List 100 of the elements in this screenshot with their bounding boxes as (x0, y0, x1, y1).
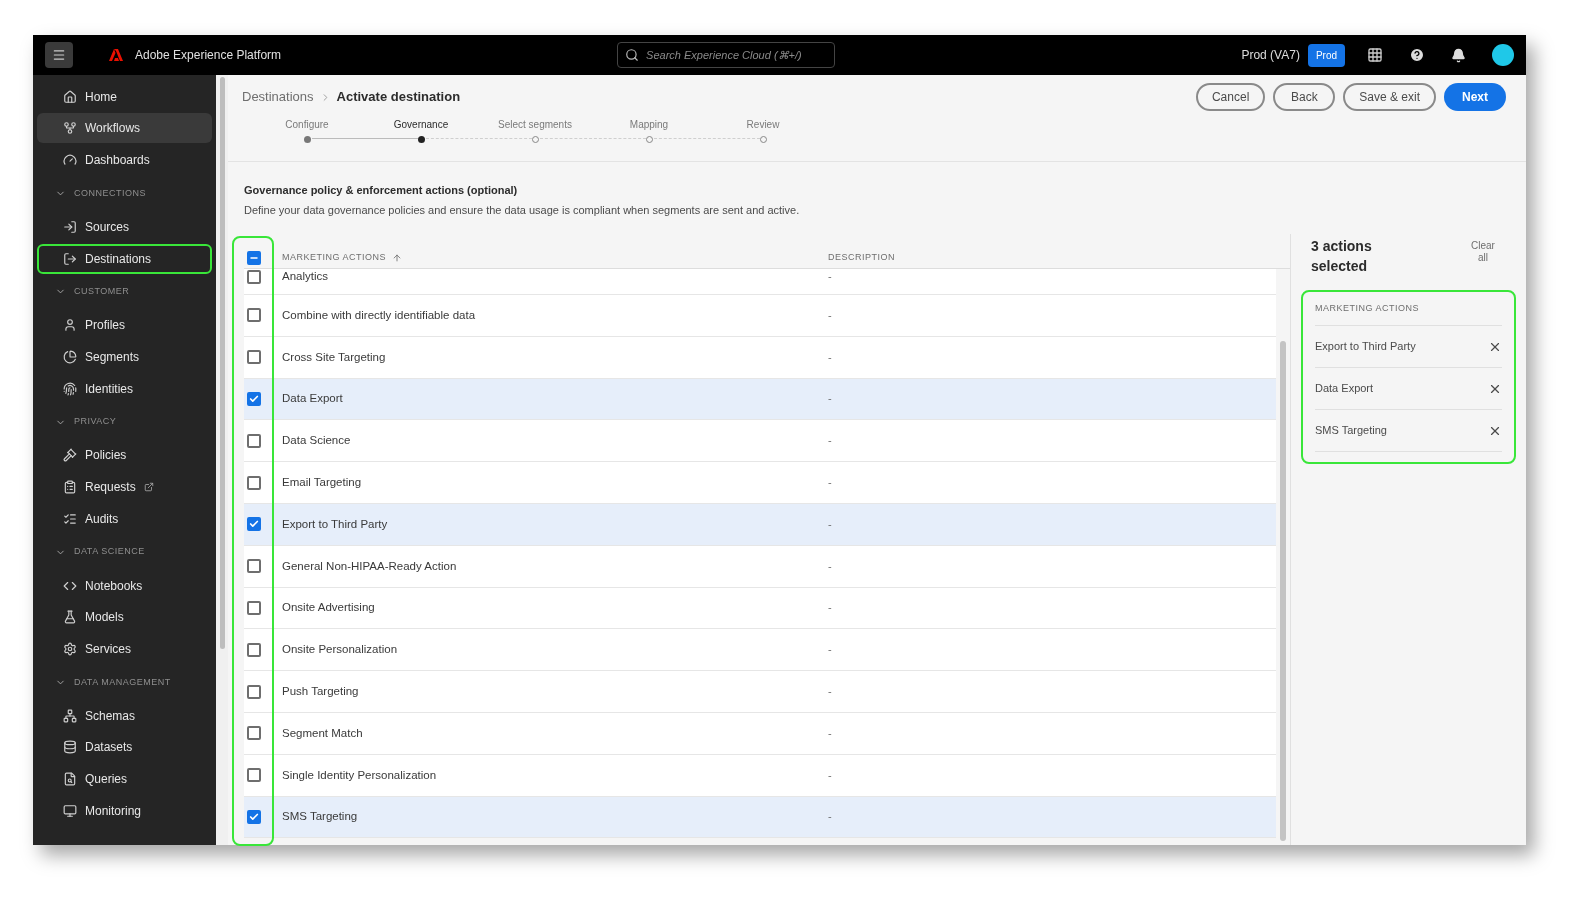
clear-all-link[interactable]: Clear all (1466, 240, 1500, 264)
check-icon (249, 811, 259, 822)
sidebar-item[interactable]: Monitoring (37, 795, 212, 826)
checkbox[interactable] (247, 600, 261, 615)
sidebar-item[interactable]: Segments (37, 341, 212, 372)
column-header[interactable]: MARKETING ACTIONS (282, 251, 828, 265)
sidebar-item[interactable]: Audits (37, 503, 212, 534)
table-cell-text: Onsite Advertising (282, 601, 376, 615)
breadcrumb-item[interactable]: Destinations (242, 87, 314, 107)
table-cell: - (828, 601, 832, 615)
table-row[interactable]: Data Export - (244, 378, 1276, 421)
checkbox[interactable] (247, 308, 261, 323)
table-cell: - (828, 517, 832, 531)
pie-icon (63, 349, 77, 364)
search-field[interactable]: Search Experience Cloud (⌘+/) (617, 42, 836, 68)
sidebar-item[interactable]: Dashboards (37, 145, 212, 176)
sidebar-item[interactable]: Identities (37, 373, 212, 404)
table-row[interactable]: Combine with directly identifiable data - (244, 295, 1276, 337)
environment-badge[interactable]: Prod (1307, 43, 1345, 67)
sidebar-item[interactable]: Queries (37, 764, 212, 795)
sidebar-item[interactable]: Workflows (37, 113, 212, 144)
app-name: Adobe Experience Platform (135, 47, 282, 64)
checkbox[interactable] (247, 642, 261, 657)
table-cell: - (828, 392, 832, 406)
section-heading: PRIVACY (74, 415, 117, 429)
sidebar-item[interactable]: Notebooks (37, 570, 212, 601)
table-cell-text: General Non-HIPAA-Ready Action (282, 559, 458, 573)
breadcrumb-item: Activate destination (336, 88, 461, 107)
checkbox[interactable] (247, 270, 261, 284)
home-icon (63, 89, 77, 104)
step-label[interactable]: Governance (393, 117, 449, 132)
checkbox[interactable] (247, 559, 261, 574)
scrollbar[interactable] (219, 77, 225, 649)
exit-icon (63, 251, 77, 266)
scrollbar[interactable] (1280, 341, 1286, 841)
table-row[interactable]: Analytics - (244, 269, 1276, 295)
sidebar-item[interactable]: Destinations (37, 243, 212, 274)
table-row[interactable]: Cross Site Targeting - (244, 336, 1276, 379)
sidebar-item[interactable]: Profiles (37, 310, 212, 341)
action-button[interactable]: Next (1444, 83, 1506, 111)
checkbox[interactable] (247, 475, 261, 490)
menu-button[interactable] (45, 42, 73, 68)
table-cell: - (828, 434, 832, 448)
apps-icon[interactable] (1367, 47, 1383, 63)
file-search-icon (63, 772, 77, 787)
selected-action: SMS Targeting (1315, 423, 1387, 439)
checkbox[interactable] (247, 433, 261, 448)
table-cell: - (828, 768, 832, 782)
table-row[interactable]: SMS Targeting - (244, 796, 1276, 839)
sidebar-item[interactable]: Policies (37, 440, 212, 471)
sidebar-item[interactable]: Services (37, 633, 212, 664)
checkbox[interactable] (247, 809, 261, 824)
checkbox[interactable] (247, 517, 261, 532)
action-button[interactable]: Save & exit (1343, 83, 1436, 111)
sidebar-item[interactable]: Requests (37, 472, 212, 503)
step-label[interactable]: Select segments (498, 117, 572, 132)
column-header: DESCRIPTION (828, 251, 895, 265)
gear-icon (63, 641, 77, 656)
sidebar-item[interactable]: Home (37, 81, 212, 112)
checkbox[interactable] (247, 684, 261, 699)
table-row[interactable]: Export to Third Party - (244, 504, 1276, 546)
bell-icon[interactable] (1451, 47, 1466, 63)
checkbox[interactable] (247, 392, 261, 406)
check-icon (249, 394, 259, 404)
table-cell-text: Cross Site Targeting (282, 350, 387, 364)
table-cell: - (828, 643, 832, 657)
fingerprint-icon (63, 381, 77, 396)
section-description: Define your data governance policies and ensure the data usage is compliant when segments are sent and active. (244, 202, 801, 218)
checkbox[interactable] (247, 350, 261, 365)
section-heading: CUSTOMER (74, 285, 130, 299)
table-cell: - (828, 685, 832, 699)
step-label[interactable]: Review (746, 117, 780, 132)
table-row[interactable]: Onsite Advertising - (244, 587, 1276, 630)
step-label[interactable]: Mapping (629, 117, 669, 132)
table-row[interactable]: Single Identity Personalization - (244, 754, 1276, 797)
table-cell: - (828, 810, 832, 824)
logo-icon (109, 49, 123, 61)
sidebar-item[interactable]: Schemas (37, 700, 212, 731)
table-row[interactable]: Push Targeting - (244, 671, 1276, 713)
checkbox[interactable] (247, 726, 261, 741)
checkbox[interactable] (247, 251, 261, 265)
monitor-icon (63, 803, 77, 818)
action-button[interactable]: Cancel (1195, 83, 1266, 111)
sidebar-item[interactable]: Datasets (37, 732, 212, 763)
sidebar-item[interactable]: Sources (37, 211, 212, 242)
table-row[interactable]: Segment Match - (244, 712, 1276, 755)
table-row[interactable]: General Non-HIPAA-Ready Action - (244, 545, 1276, 588)
step-label[interactable]: Configure (285, 117, 329, 132)
sidebar-item[interactable]: Models (37, 602, 212, 633)
table-cell-text: Export to Third Party (282, 517, 389, 531)
avatar[interactable] (1492, 44, 1514, 66)
table-row[interactable]: Email Targeting - (244, 462, 1276, 504)
checkbox[interactable] (247, 768, 261, 783)
menu-icon (52, 48, 66, 62)
section-heading: DATA MANAGEMENT (74, 675, 171, 689)
table-row[interactable]: Data Science - (244, 420, 1276, 463)
help-icon[interactable] (1409, 47, 1425, 63)
table-row[interactable]: Onsite Personalization - (244, 629, 1276, 672)
table-cell-text: Data Export (282, 392, 344, 406)
action-button[interactable]: Back (1273, 83, 1336, 111)
